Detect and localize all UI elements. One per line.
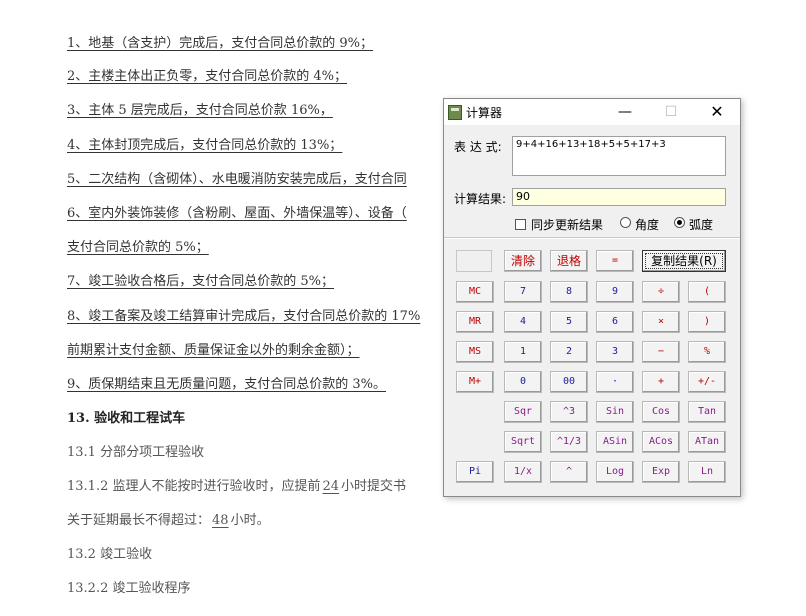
digit-6-button[interactable]: 6 — [596, 311, 634, 333]
doc-line-13-2-2: 13.2.2 竣工验收程序 — [67, 581, 191, 596]
memory-indicator — [456, 250, 492, 272]
sync-update-label: 同步更新结果 — [531, 218, 604, 232]
degree-label: 角度 — [635, 218, 660, 232]
close-button[interactable]: ✕ — [694, 99, 740, 125]
square-button[interactable]: Sqr — [504, 401, 542, 423]
window-title: 计算器 — [466, 106, 503, 120]
calculator-app-icon — [448, 105, 462, 120]
doc-line-5: 5、二次结构（含砌体）、水电暖消防安装完成后，支付合同 — [67, 172, 407, 187]
sqrt-button[interactable]: Sqrt — [504, 431, 542, 453]
doc-text-part: 小时提交书 — [341, 479, 407, 494]
divide-button[interactable]: ÷ — [642, 281, 680, 303]
radian-radio[interactable] — [674, 217, 685, 228]
asin-button[interactable]: ASin — [596, 431, 634, 453]
doc-line-13-1-2: 13.1.2 监理人不能按时进行验收时，应提前 24 小时提交书 — [67, 479, 406, 495]
calculator-window: 计算器 — ☐ ✕ 表 达 式: 9+4+16+13+18+5+5+17+3 计… — [443, 98, 741, 497]
title-bar[interactable]: 计算器 — ☐ ✕ — [444, 99, 740, 125]
left-paren-button[interactable]: ( — [688, 281, 726, 303]
decimal-point-button[interactable]: · — [596, 371, 634, 393]
minimize-button[interactable]: — — [602, 99, 648, 125]
cube-root-button[interactable]: ^1/3 — [550, 431, 588, 453]
divider — [444, 237, 740, 239]
power-button[interactable]: ^ — [550, 461, 588, 483]
m-plus-button[interactable]: M+ — [456, 371, 494, 393]
mc-button[interactable]: MC — [456, 281, 494, 303]
doc-line-3: 3、主体 5 层完成后，支付合同总价款 16%， — [67, 103, 333, 118]
doc-line-11: 9、质保期结束且无质量问题，支付合同总价款的 3%。 — [67, 377, 387, 392]
degree-radio[interactable] — [620, 217, 631, 228]
digit-4-button[interactable]: 4 — [504, 311, 542, 333]
acos-button[interactable]: ACos — [642, 431, 680, 453]
digit-0-button[interactable]: 0 — [504, 371, 542, 393]
pi-button[interactable]: Pi — [456, 461, 494, 483]
add-button[interactable]: + — [642, 371, 680, 393]
expression-label: 表 达 式: — [454, 140, 502, 154]
doc-blank-24: 24 — [322, 479, 340, 494]
doc-line-9: 8、竣工备案及竣工结算审计完成后，支付合同总价款的 17% — [67, 309, 421, 324]
subtract-button[interactable]: − — [642, 341, 680, 363]
multiply-button[interactable]: × — [642, 311, 680, 333]
negate-button[interactable]: +/- — [688, 371, 726, 393]
digit-1-button[interactable]: 1 — [504, 341, 542, 363]
doc-line-delay: 关于延期最长不得超过： 48 小时。 — [67, 513, 270, 529]
digit-8-button[interactable]: 8 — [550, 281, 588, 303]
mr-button[interactable]: MR — [456, 311, 494, 333]
exp-button[interactable]: Exp — [642, 461, 680, 483]
section-heading-13: 13. 验收和工程试车 — [67, 411, 186, 426]
doc-text-part: 小时。 — [230, 513, 270, 528]
radian-label: 弧度 — [689, 218, 714, 232]
cube-button[interactable]: ^3 — [550, 401, 588, 423]
result-label: 计算结果: — [454, 192, 507, 206]
digit-7-button[interactable]: 7 — [504, 281, 542, 303]
doc-line-10: 前期累计支付金额、质量保证金以外的剩余金额）； — [67, 343, 360, 358]
expression-input[interactable]: 9+4+16+13+18+5+5+17+3 — [512, 136, 726, 176]
doc-text-part: 关于延期最长不得超过： — [67, 513, 211, 528]
maximize-button[interactable]: ☐ — [648, 99, 694, 125]
digit-9-button[interactable]: 9 — [596, 281, 634, 303]
doc-line-4: 4、主体封顶完成后，支付合同总价款的 13%； — [67, 138, 343, 153]
doc-text-part: 13.1.2 监理人不能按时进行验收时，应提前 — [67, 479, 321, 494]
digit-2-button[interactable]: 2 — [550, 341, 588, 363]
doc-line-6: 6、室内外装饰装修（含粉刷、屋面、外墙保温等）、设备（ — [67, 206, 407, 221]
clear-button[interactable]: 清除 — [504, 250, 542, 272]
doc-line-7: 支付合同总价款的 5%； — [67, 240, 209, 255]
ln-button[interactable]: Ln — [688, 461, 726, 483]
backspace-button[interactable]: 退格 — [550, 250, 588, 272]
digit-3-button[interactable]: 3 — [596, 341, 634, 363]
result-field[interactable]: 90 — [512, 188, 726, 206]
doc-line-8: 7、竣工验收合格后，支付合同总价款的 5%； — [67, 274, 335, 289]
sync-update-checkbox[interactable] — [515, 219, 526, 230]
tan-button[interactable]: Tan — [688, 401, 726, 423]
doc-line-1: 1、地基（含支护）完成后，支付合同总价款的 9%； — [67, 36, 374, 51]
digit-5-button[interactable]: 5 — [550, 311, 588, 333]
doc-blank-48: 48 — [212, 513, 229, 528]
right-paren-button[interactable]: ) — [688, 311, 726, 333]
log-button[interactable]: Log — [596, 461, 634, 483]
percent-button[interactable]: % — [688, 341, 726, 363]
doc-line-13-1: 13.1 分部分项工程验收 — [67, 445, 205, 460]
equals-button[interactable]: = — [596, 250, 634, 272]
double-zero-button[interactable]: 00 — [550, 371, 588, 393]
copy-result-button[interactable]: 复制结果(R) — [642, 250, 726, 272]
reciprocal-button[interactable]: 1/x — [504, 461, 542, 483]
atan-button[interactable]: ATan — [688, 431, 726, 453]
sin-button[interactable]: Sin — [596, 401, 634, 423]
doc-line-2: 2、主楼主体出正负零，支付合同总价款的 4%； — [67, 69, 348, 84]
ms-button[interactable]: MS — [456, 341, 494, 363]
cos-button[interactable]: Cos — [642, 401, 680, 423]
doc-line-13-2: 13.2 竣工验收 — [67, 547, 153, 562]
